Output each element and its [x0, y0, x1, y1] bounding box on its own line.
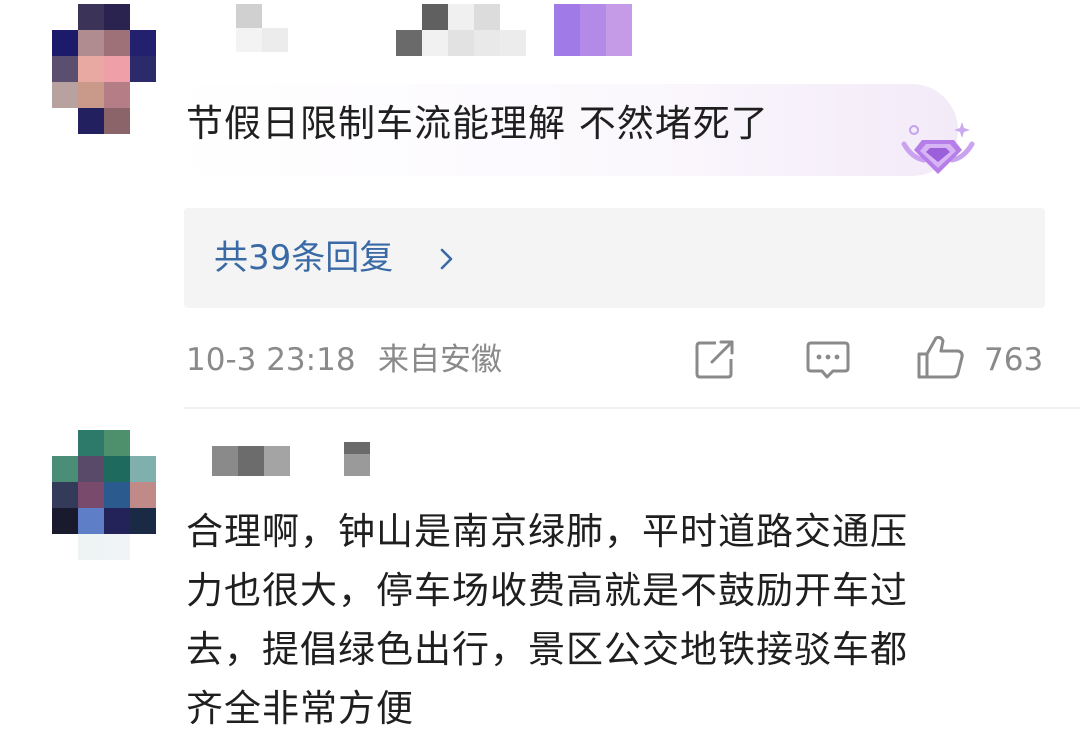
view-replies-button[interactable]: 共39条回复 — [184, 208, 1045, 308]
comment-line: 去，提倡绿色出行，景区公交地铁接驳车都 — [186, 628, 908, 671]
replies-count-label: 共39条回复 — [214, 238, 394, 278]
avatar[interactable] — [52, 430, 156, 560]
comment-text: 合理啊，钟山是南京绿肺，平时道路交通压 力也很大，停车场收费高就是不鼓励开车过 … — [186, 502, 908, 738]
comment-icon[interactable] — [806, 340, 850, 380]
username[interactable] — [396, 4, 526, 56]
comment-text: 节假日限制车流能理解 不然堵死了 — [186, 102, 769, 145]
comment-location: 来自安徽 — [378, 342, 502, 378]
username[interactable] — [236, 4, 288, 52]
user-badge-icon — [554, 4, 632, 56]
comment-line: 齐全非常方便 — [186, 687, 414, 730]
diamond-badge-icon — [901, 122, 975, 174]
like-count: 763 — [984, 342, 1044, 378]
comment-timestamp: 10-3 23:18 — [186, 342, 356, 378]
thumbs-up-icon[interactable] — [916, 334, 966, 380]
username[interactable] — [212, 446, 290, 476]
chevron-right-icon — [440, 248, 453, 270]
comment-line: 合理啊，钟山是南京绿肺，平时道路交通压 — [186, 510, 908, 553]
username[interactable] — [344, 442, 370, 476]
avatar[interactable] — [52, 4, 156, 134]
comment-line: 力也很大，停车场收费高就是不鼓励开车过 — [186, 569, 908, 612]
share-icon[interactable] — [694, 340, 736, 380]
divider — [184, 407, 1080, 409]
